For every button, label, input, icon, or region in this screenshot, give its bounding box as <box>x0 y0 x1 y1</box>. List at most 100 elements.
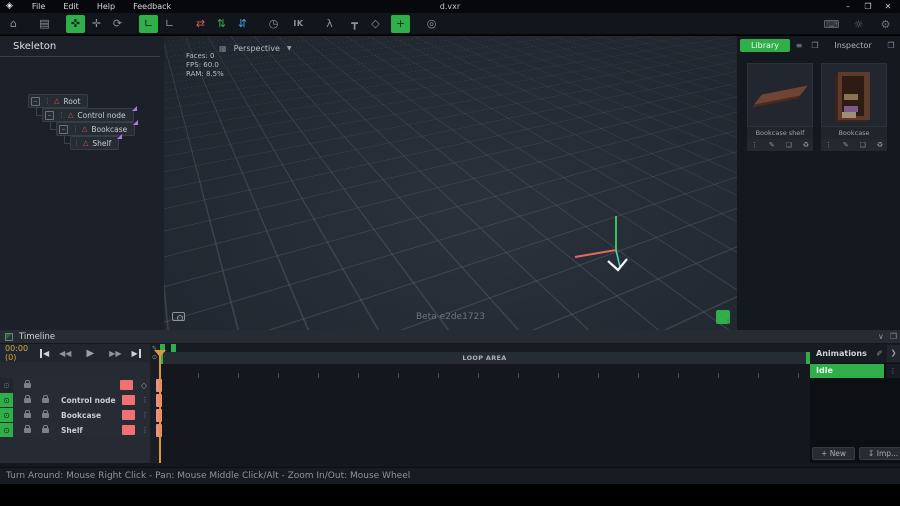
inspector-detach-icon[interactable]: ❐ <box>884 39 898 52</box>
skip-to-end-button[interactable]: ▶ <box>126 349 140 358</box>
target-button[interactable]: ◎ <box>422 15 441 33</box>
playhead-handle[interactable] <box>154 350 166 357</box>
menu-help[interactable]: Help <box>88 0 124 13</box>
visibility-eye-icon[interactable]: ⊙ <box>0 393 13 407</box>
restore-button[interactable]: ❐ <box>860 0 876 13</box>
track-menu-icon[interactable]: ⋮ <box>140 426 150 434</box>
item-thumbnail[interactable] <box>747 63 813 127</box>
skip-to-start-button[interactable]: ◀ <box>40 349 54 358</box>
tab-inspector[interactable]: Inspector <box>824 41 882 50</box>
loop-marker[interactable] <box>171 344 176 352</box>
track-menu-icon[interactable]: ⋮ <box>140 411 150 419</box>
tab-library[interactable]: Library <box>740 39 790 52</box>
clean-animations-icon[interactable]: ✐ <box>872 349 887 358</box>
hierarchy-button[interactable]: ┳ <box>345 15 364 33</box>
lighting-button[interactable]: ☼ <box>849 15 868 33</box>
pivot-global-button[interactable]: ∟ <box>160 15 179 33</box>
animation-item-idle[interactable]: Idle <box>810 364 884 378</box>
item-kebab-icon[interactable]: ⋮ <box>751 141 758 149</box>
lock-icon[interactable] <box>42 398 49 403</box>
timeline-collapse-icon[interactable]: ∨ <box>878 332 884 341</box>
timeline-ruler-zone[interactable]: LOOP AREA <box>159 344 810 463</box>
camera-mode-dropdown[interactable]: ▦ Perspective ▼ <box>219 44 292 53</box>
timeline-detach-icon[interactable]: ❐ <box>890 332 897 341</box>
library-detach-icon[interactable]: ❐ <box>808 39 822 52</box>
menu-edit[interactable]: Edit <box>54 0 88 13</box>
copy-pose-button[interactable]: ⇅ <box>212 15 231 33</box>
import-animation-button[interactable]: ↧ Imp... <box>859 447 900 460</box>
new-animation-button[interactable]: + New <box>812 447 855 460</box>
library-menu-icon[interactable]: ≡ <box>792 39 806 52</box>
lock-all-icon[interactable] <box>24 383 31 388</box>
settings-gear-button[interactable]: ⚙ <box>876 15 895 33</box>
shortcuts-keyboard-button[interactable]: ⌨ <box>822 15 841 33</box>
animation-item-menu-icon[interactable]: ⋮ <box>886 364 900 378</box>
color-swatch[interactable] <box>120 380 133 390</box>
ik-toggle-button[interactable]: IK <box>289 15 308 33</box>
tree-node-control-node[interactable]: – ⋮ △ Control node <box>42 108 134 122</box>
keyframe-diamond-icon[interactable]: ◇ <box>138 381 150 390</box>
track-row-shelf[interactable]: ⊙ Shelf ⋮ <box>0 423 150 437</box>
viewport-stats: Faces: 0 FPS: 60.0 RAM: 8.5% <box>186 52 224 79</box>
item-duplicate-icon[interactable]: ❏ <box>786 141 792 149</box>
mirror-pose-button[interactable]: ⇄ <box>191 15 210 33</box>
history-button[interactable]: ◷ <box>264 15 283 33</box>
move-tool-button[interactable]: ✛ <box>87 15 106 33</box>
tree-node-bookcase[interactable]: – ⋮ △ Bookcase <box>56 122 135 136</box>
frame-ruler[interactable] <box>159 364 810 378</box>
minimize-button[interactable]: – <box>840 0 856 13</box>
loop-marker-strip[interactable] <box>159 344 810 352</box>
pose-mode-button[interactable]: λ <box>320 15 339 33</box>
viewport-expand-handle[interactable] <box>716 310 730 324</box>
playhead-line[interactable] <box>159 352 161 463</box>
menu-file[interactable]: File <box>23 0 54 13</box>
visibility-eye-icon[interactable]: ⊙ <box>0 423 13 437</box>
track-row-control-node[interactable]: ⊙ Control node ⋮ <box>0 393 150 407</box>
item-thumbnail[interactable] <box>821 63 887 127</box>
collapse-icon[interactable]: – <box>31 97 40 106</box>
library-item-bookcase[interactable]: Bookcase ⋮ ✎ ❏ ♻ <box>821 63 887 151</box>
previous-frame-button[interactable]: ◀◀ <box>54 349 76 358</box>
rotate-tool-button[interactable]: ⟳ <box>108 15 127 33</box>
track-menu-icon[interactable]: ⋮ <box>140 396 150 404</box>
color-swatch[interactable] <box>122 395 135 405</box>
save-button[interactable]: ▤ <box>35 15 54 33</box>
viewport-3d[interactable]: ▦ Perspective ▼ Faces: 0 FPS: 60.0 RAM: … <box>164 36 737 330</box>
library-item-bookcase-shelf[interactable]: Bookcase shelf ⋮ ✎ ❏ ♻ <box>747 63 813 151</box>
item-kebab-icon[interactable]: ⋮ <box>825 141 832 149</box>
color-swatch[interactable] <box>122 410 135 420</box>
loop-area-bar[interactable]: LOOP AREA <box>159 352 810 364</box>
menu-feedback[interactable]: Feedback <box>124 0 180 13</box>
collapse-icon[interactable]: – <box>59 125 68 134</box>
collapse-icon[interactable]: – <box>45 111 54 120</box>
visibility-eye-icon[interactable]: ⊙ <box>0 408 13 422</box>
item-edit-icon[interactable]: ✎ <box>843 141 849 149</box>
paste-pose-button[interactable]: ⇵ <box>233 15 252 33</box>
lock-icon[interactable] <box>24 413 31 418</box>
tree-node-shelf[interactable]: ⋮ △ Shelf <box>70 136 119 150</box>
pivot-local-button[interactable]: ∟ <box>139 15 158 33</box>
add-button[interactable]: + <box>391 15 410 33</box>
animations-expand-icon[interactable]: ❯ <box>887 345 900 362</box>
color-swatch[interactable] <box>122 425 135 435</box>
current-time-display[interactable]: 00:00 (0) <box>0 344 40 362</box>
library-panel: Library ≡ ❐ Inspector ❐ Bookcase shelf ⋮… <box>737 36 900 330</box>
item-duplicate-icon[interactable]: ❏ <box>860 141 866 149</box>
tree-node-root[interactable]: – ⋮ △ Root <box>28 94 88 108</box>
next-frame-button[interactable]: ▶▶ <box>104 349 126 358</box>
play-button[interactable]: ▶ <box>76 348 104 359</box>
item-edit-icon[interactable]: ✎ <box>769 141 775 149</box>
visibility-all-icon[interactable]: ⊙ <box>0 378 13 392</box>
home-button[interactable]: ⌂ <box>4 15 23 33</box>
mesh-button[interactable]: ◇ <box>366 15 385 33</box>
lock-icon[interactable] <box>24 398 31 403</box>
item-delete-icon[interactable]: ♻ <box>877 141 883 149</box>
track-row-bookcase[interactable]: ⊙ Bookcase ⋮ <box>0 408 150 422</box>
lock-icon[interactable] <box>42 428 49 433</box>
item-delete-icon[interactable]: ♻ <box>803 141 809 149</box>
lock-icon[interactable] <box>42 413 49 418</box>
node-marker-icon <box>132 106 137 111</box>
focus-tool-button[interactable]: ✜ <box>66 15 85 33</box>
close-button[interactable]: ✕ <box>880 0 896 13</box>
lock-icon[interactable] <box>24 428 31 433</box>
